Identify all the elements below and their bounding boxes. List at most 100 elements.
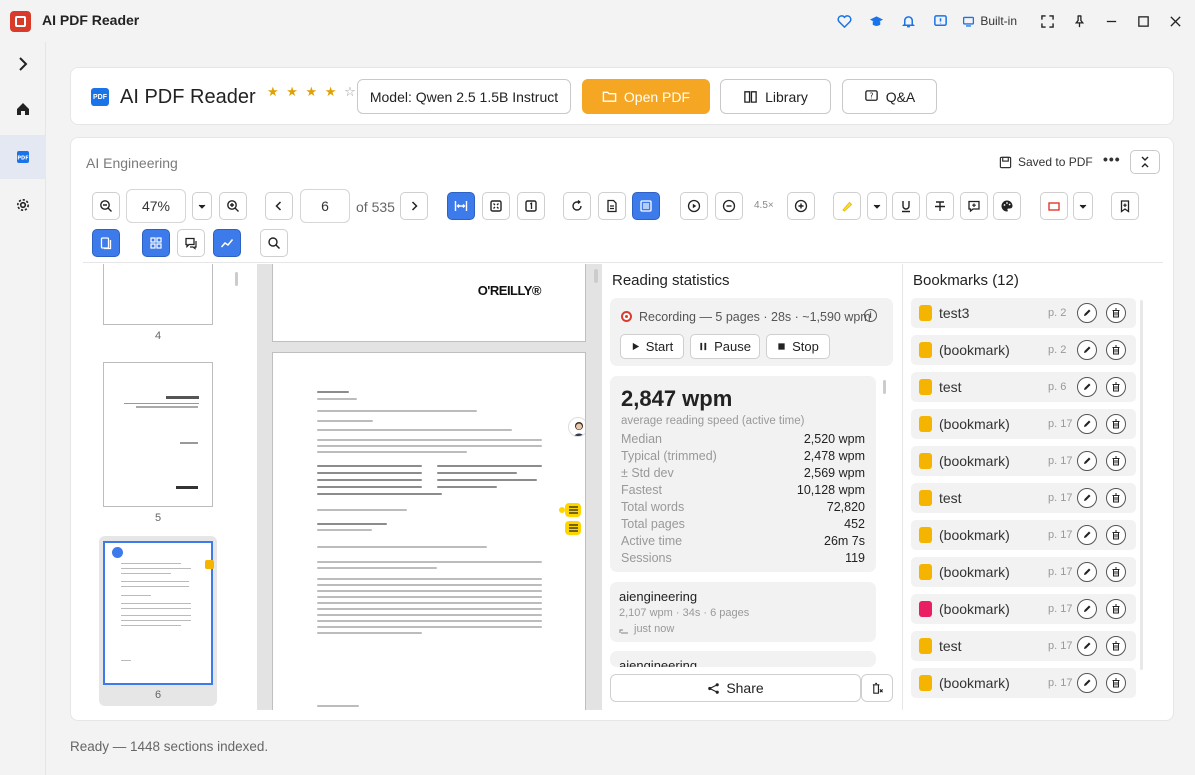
share-button[interactable]: Share	[610, 674, 861, 702]
maximize-icon[interactable]	[1127, 0, 1159, 42]
bell-icon[interactable]	[892, 0, 924, 42]
bookmarks-scrollbar[interactable]	[1140, 300, 1143, 670]
qa-button[interactable]: ? Q&A	[842, 79, 937, 114]
comments-panel-icon[interactable]	[177, 229, 205, 257]
more-menu-icon[interactable]: •••	[1103, 151, 1121, 167]
pause-button[interactable]: Pause	[690, 334, 760, 359]
model-selector-button[interactable]: Model: Qwen 2.5 1.5B Instruct	[357, 79, 571, 114]
delete-trash-icon[interactable]	[1106, 451, 1126, 471]
bookmark-item[interactable]: (bookmark) p. 17	[911, 668, 1136, 698]
edit-pencil-icon[interactable]	[1077, 303, 1097, 323]
add-comment-icon[interactable]	[960, 192, 988, 220]
highlighter-icon[interactable]	[833, 192, 861, 220]
saved-to-pdf-button[interactable]: Saved to PDF	[999, 155, 1093, 169]
thumbnail-page-5[interactable]	[103, 362, 213, 507]
fullscreen-icon[interactable]	[1031, 0, 1063, 42]
fit-page-icon[interactable]	[482, 192, 510, 220]
viewer-scrollbar[interactable]	[594, 269, 598, 283]
rotate-icon[interactable]	[563, 192, 591, 220]
speed-decrease-icon[interactable]	[715, 192, 743, 220]
close-icon[interactable]	[1159, 0, 1191, 42]
edit-pencil-icon[interactable]	[1077, 562, 1097, 582]
continuous-scroll-icon[interactable]	[632, 192, 660, 220]
delete-trash-icon[interactable]	[1106, 488, 1126, 508]
bookmark-item[interactable]: test3 p. 2	[911, 298, 1136, 328]
rectangle-shape-icon[interactable]	[1040, 192, 1068, 220]
library-button[interactable]: Library	[720, 79, 831, 114]
stop-button[interactable]: Stop	[766, 334, 830, 359]
actual-size-icon[interactable]	[517, 192, 545, 220]
mode-indicator[interactable]: Built-in	[956, 14, 1031, 28]
edit-pencil-icon[interactable]	[1077, 599, 1097, 619]
info-icon[interactable]: i	[864, 309, 877, 322]
bookmark-item[interactable]: (bookmark) p. 17	[911, 520, 1136, 550]
home-icon[interactable]	[0, 87, 46, 131]
annotation-note-icon[interactable]	[565, 503, 581, 517]
bookmark-item[interactable]: test p. 6	[911, 372, 1136, 402]
search-icon[interactable]	[260, 229, 288, 257]
bookmark-item[interactable]: (bookmark) p. 17	[911, 409, 1136, 439]
minimize-icon[interactable]	[1095, 0, 1127, 42]
single-page-icon[interactable]	[598, 192, 626, 220]
thumbnail-scrollbar[interactable]	[235, 272, 238, 286]
collapse-icon[interactable]	[1130, 150, 1160, 174]
pin-icon[interactable]	[1063, 0, 1095, 42]
zoom-in-icon[interactable]	[219, 192, 247, 220]
bookmark-item[interactable]: (bookmark) p. 17	[911, 594, 1136, 624]
rating-stars[interactable]: ★ ★ ★ ★ ☆	[267, 84, 358, 100]
play-read-aloud-icon[interactable]	[680, 192, 708, 220]
stats-scrollbar[interactable]	[883, 380, 886, 394]
session-item[interactable]: aiengineering	[610, 651, 876, 667]
edit-pencil-icon[interactable]	[1077, 451, 1097, 471]
settings-gear-icon[interactable]	[0, 183, 46, 227]
speed-increase-icon[interactable]	[787, 192, 815, 220]
bookmark-item[interactable]: (bookmark) p. 17	[911, 446, 1136, 476]
prev-page-chevron-icon[interactable]	[265, 192, 293, 220]
delete-trash-icon[interactable]	[1106, 599, 1126, 619]
thumbnails-panel-icon[interactable]	[92, 229, 120, 257]
delete-trash-icon[interactable]	[1106, 340, 1126, 360]
delete-trash-icon[interactable]	[1106, 562, 1126, 582]
edit-pencil-icon[interactable]	[1077, 673, 1097, 693]
delete-trash-icon[interactable]	[1106, 525, 1126, 545]
bookmark-item[interactable]: test p. 17	[911, 483, 1136, 513]
zoom-dropdown-chevron-icon[interactable]	[192, 192, 212, 220]
expand-chevron-icon[interactable]	[0, 42, 46, 86]
edit-pencil-icon[interactable]	[1077, 377, 1097, 397]
delete-trash-icon[interactable]	[1106, 377, 1126, 397]
bookmark-item[interactable]: (bookmark) p. 2	[911, 335, 1136, 365]
stats-trend-icon[interactable]	[213, 229, 241, 257]
clear-stats-icon[interactable]	[861, 674, 893, 702]
bookmark-item[interactable]: test p. 17	[911, 631, 1136, 661]
edit-pencil-icon[interactable]	[1077, 488, 1097, 508]
start-button[interactable]: Start	[620, 334, 684, 359]
strikethrough-icon[interactable]	[926, 192, 954, 220]
open-pdf-button[interactable]: Open PDF	[582, 79, 710, 114]
zoom-level-field[interactable]: 47%	[126, 189, 186, 223]
pdf-nav-icon[interactable]: PDF	[0, 135, 46, 179]
highlight-color-chevron-icon[interactable]	[867, 192, 887, 220]
thumbnail-page-4[interactable]	[103, 264, 213, 325]
add-bookmark-icon[interactable]	[1111, 192, 1139, 220]
delete-trash-icon[interactable]	[1106, 414, 1126, 434]
session-item[interactable]: aiengineering 2,107 wpm · 34s · 6 pages …	[610, 582, 876, 642]
page-number-field[interactable]: 6	[300, 189, 350, 223]
annotation-note-icon[interactable]	[565, 521, 581, 535]
feedback-icon[interactable]	[924, 0, 956, 42]
delete-trash-icon[interactable]	[1106, 303, 1126, 323]
edit-pencil-icon[interactable]	[1077, 414, 1097, 434]
fit-width-icon[interactable]	[447, 192, 475, 220]
edit-pencil-icon[interactable]	[1077, 525, 1097, 545]
edit-pencil-icon[interactable]	[1077, 636, 1097, 656]
next-page-chevron-icon[interactable]	[400, 192, 428, 220]
delete-trash-icon[interactable]	[1106, 673, 1126, 693]
color-palette-icon[interactable]	[993, 192, 1021, 220]
zoom-out-icon[interactable]	[92, 192, 120, 220]
grid-view-icon[interactable]	[142, 229, 170, 257]
pdf-viewer[interactable]: O'REILLY®	[257, 264, 602, 710]
edit-pencil-icon[interactable]	[1077, 340, 1097, 360]
underline-icon[interactable]	[892, 192, 920, 220]
graduation-cap-icon[interactable]	[860, 0, 892, 42]
favorite-heart-icon[interactable]	[828, 0, 860, 42]
delete-trash-icon[interactable]	[1106, 636, 1126, 656]
